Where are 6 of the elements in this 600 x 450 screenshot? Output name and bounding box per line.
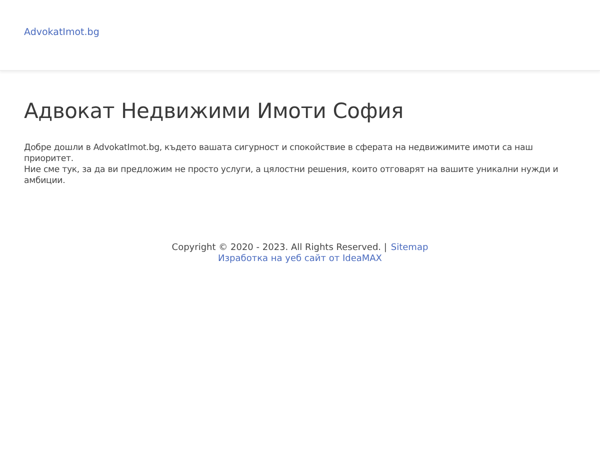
sitemap-link[interactable]: Sitemap <box>390 243 428 254</box>
copyright-text: Copyright © 2020 - 2023. All Rights Reserved. | <box>172 243 387 254</box>
intro-paragraph: Добре дошли в AdvokatImot.bg, където вашата сигурност и спокойствие в сферата на недвижимите имоти са наш приоритет. Ние сме тук, за да ви предложим не просто услуги, а цялостни решения, които отговарят на вашите уникални нужди и амбиции. <box>24 143 560 187</box>
logo-link[interactable]: AdvokatImot.bg <box>24 26 100 38</box>
credit-link[interactable]: Изработка на уеб сайт от IdeaMAX <box>218 254 382 265</box>
page-title: Адвокат Недвижими Имоти София <box>24 99 404 123</box>
